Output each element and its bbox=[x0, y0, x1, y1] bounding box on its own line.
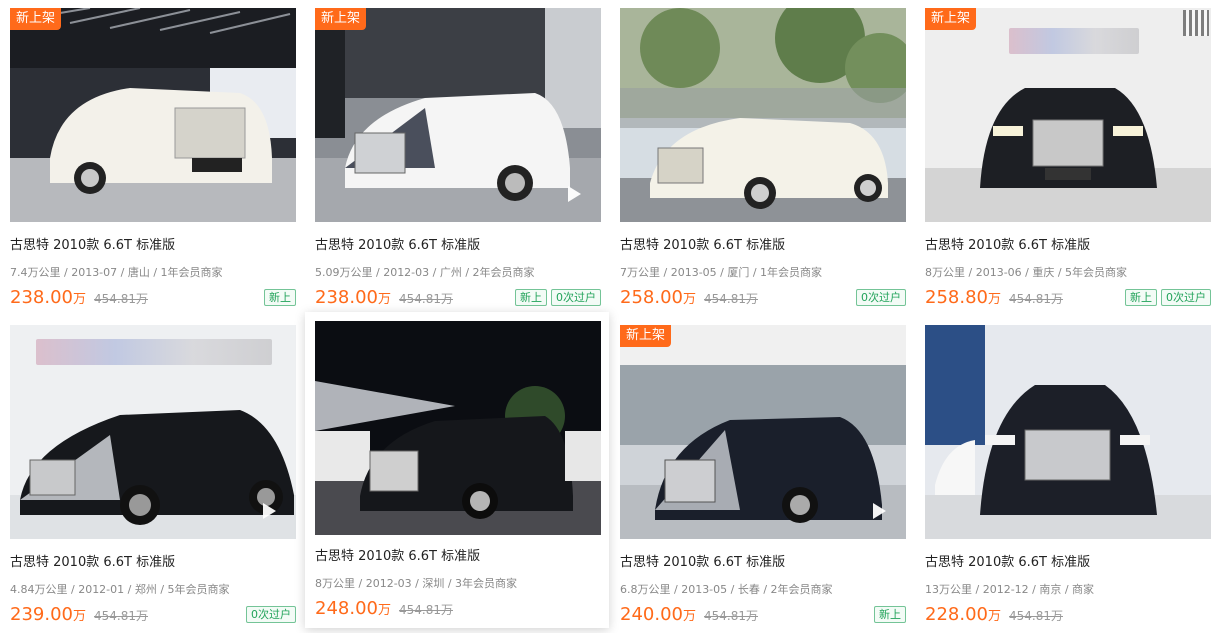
car-listing-grid: 新上架 古思特 2010款 6.6T 标准版 7.4万公里 / 2013-07 … bbox=[0, 0, 1219, 633]
price-unit: 万 bbox=[377, 292, 391, 307]
tag-new: 新上 bbox=[874, 606, 906, 623]
price-unit: 万 bbox=[987, 292, 1001, 307]
car-title[interactable]: 古思特 2010款 6.6T 标准版 bbox=[315, 234, 601, 253]
new-listing-badge: 新上架 bbox=[10, 8, 62, 30]
car-photo-image bbox=[620, 325, 906, 539]
car-title[interactable]: 古思特 2010款 6.6T 标准版 bbox=[925, 551, 1211, 570]
tag-new: 新上 bbox=[515, 289, 547, 306]
car-meta: 6.8万公里 / 2013-05 / 长春 / 2年会员商家 bbox=[620, 583, 833, 596]
original-price: 454.81万 bbox=[399, 292, 453, 306]
car-photo[interactable] bbox=[925, 325, 1211, 539]
new-listing-badge: 新上架 bbox=[620, 325, 672, 347]
price-unit: 万 bbox=[682, 292, 696, 307]
listing-card[interactable]: 古思特 2010款 6.6T 标准版 7万公里 / 2013-05 / 厦门 /… bbox=[620, 8, 906, 309]
car-photo[interactable] bbox=[620, 8, 906, 222]
car-title[interactable]: 古思特 2010款 6.6T 标准版 bbox=[925, 234, 1211, 253]
original-price: 454.81万 bbox=[94, 609, 148, 623]
car-photo[interactable] bbox=[10, 325, 296, 539]
price-unit: 万 bbox=[987, 609, 1001, 624]
car-meta: 8万公里 / 2013-06 / 重庆 / 5年会员商家 bbox=[925, 266, 1128, 279]
car-title[interactable]: 古思特 2010款 6.6T 标准版 bbox=[10, 234, 296, 253]
listing-card[interactable]: 新上架 古思特 2010款 6.6T 标准版 6.8万公里 / 2013-05 … bbox=[620, 325, 906, 626]
car-photo-image bbox=[10, 8, 296, 222]
car-photo-image bbox=[925, 325, 1211, 539]
car-price: 228.00 bbox=[925, 604, 988, 625]
car-price: 258.80 bbox=[925, 287, 988, 308]
original-price: 454.81万 bbox=[704, 609, 758, 623]
video-play-icon[interactable] bbox=[873, 503, 886, 519]
car-title[interactable]: 古思特 2010款 6.6T 标准版 bbox=[620, 551, 906, 570]
car-photo[interactable] bbox=[315, 321, 601, 535]
blurred-watermark bbox=[1009, 28, 1139, 54]
car-title[interactable]: 古思特 2010款 6.6T 标准版 bbox=[620, 234, 906, 253]
price-unit: 万 bbox=[682, 609, 696, 624]
car-price: 239.00 bbox=[10, 604, 73, 625]
car-meta: 8万公里 / 2012-03 / 深圳 / 3年会员商家 bbox=[315, 577, 518, 590]
price-unit: 万 bbox=[72, 609, 86, 624]
car-photo[interactable]: 新上架 bbox=[10, 8, 296, 222]
original-price: 454.81万 bbox=[399, 603, 453, 617]
car-title[interactable]: 古思特 2010款 6.6T 标准版 bbox=[315, 545, 609, 564]
blurred-watermark bbox=[36, 339, 272, 365]
video-play-icon[interactable] bbox=[568, 186, 581, 202]
listing-card[interactable]: 新上架 古思特 2010款 6.6T 标准版 5.09万公里 / 2012-03… bbox=[315, 8, 601, 309]
car-title[interactable]: 古思特 2010款 6.6T 标准版 bbox=[10, 551, 296, 570]
original-price: 454.81万 bbox=[704, 292, 758, 306]
original-price: 454.81万 bbox=[1009, 292, 1063, 306]
new-listing-badge: 新上架 bbox=[925, 8, 977, 30]
tag-new: 新上 bbox=[264, 289, 296, 306]
listing-card[interactable]: 古思特 2010款 6.6T 标准版 4.84万公里 / 2012-01 / 郑… bbox=[10, 325, 296, 626]
video-play-icon[interactable] bbox=[263, 503, 276, 519]
tag-zero-transfer: 0次过户 bbox=[551, 289, 601, 306]
tag-new: 新上 bbox=[1125, 289, 1157, 306]
tag-zero-transfer: 0次过户 bbox=[1161, 289, 1211, 306]
original-price: 454.81万 bbox=[94, 292, 148, 306]
car-price: 238.00 bbox=[10, 287, 73, 308]
car-photo[interactable]: 新上架 bbox=[315, 8, 601, 222]
car-photo-image bbox=[315, 321, 601, 535]
car-price: 238.00 bbox=[315, 287, 378, 308]
car-meta: 13万公里 / 2012-12 / 南京 / 商家 bbox=[925, 583, 1095, 596]
tag-zero-transfer: 0次过户 bbox=[856, 289, 906, 306]
tag-zero-transfer: 0次过户 bbox=[246, 606, 296, 623]
car-meta: 7.4万公里 / 2013-07 / 唐山 / 1年会员商家 bbox=[10, 266, 223, 279]
listing-card[interactable]: 新上架 古思特 2010款 6.6T 标准版 8万公里 / 2013-06 / … bbox=[925, 8, 1211, 309]
car-meta: 5.09万公里 / 2012-03 / 广州 / 2年会员商家 bbox=[315, 266, 535, 279]
price-unit: 万 bbox=[377, 603, 391, 618]
price-unit: 万 bbox=[72, 292, 86, 307]
new-listing-badge: 新上架 bbox=[315, 8, 367, 30]
original-price: 454.81万 bbox=[1009, 609, 1063, 623]
listing-card[interactable]: 古思特 2010款 6.6T 标准版 8万公里 / 2012-03 / 深圳 /… bbox=[305, 312, 609, 628]
car-price: 258.00 bbox=[620, 287, 683, 308]
car-price: 240.00 bbox=[620, 604, 683, 625]
car-photo[interactable]: 新上架 bbox=[620, 325, 906, 539]
listing-card[interactable]: 古思特 2010款 6.6T 标准版 13万公里 / 2012-12 / 南京 … bbox=[925, 325, 1211, 626]
listing-card[interactable]: 新上架 古思特 2010款 6.6T 标准版 7.4万公里 / 2013-07 … bbox=[10, 8, 296, 309]
car-meta: 7万公里 / 2013-05 / 厦门 / 1年会员商家 bbox=[620, 266, 823, 279]
car-price: 248.00 bbox=[315, 598, 378, 619]
car-meta: 4.84万公里 / 2012-01 / 郑州 / 5年会员商家 bbox=[10, 583, 230, 596]
qr-code-icon bbox=[1183, 10, 1209, 36]
car-photo-image bbox=[315, 8, 601, 222]
car-photo-image bbox=[620, 8, 906, 222]
car-photo[interactable]: 新上架 bbox=[925, 8, 1211, 222]
